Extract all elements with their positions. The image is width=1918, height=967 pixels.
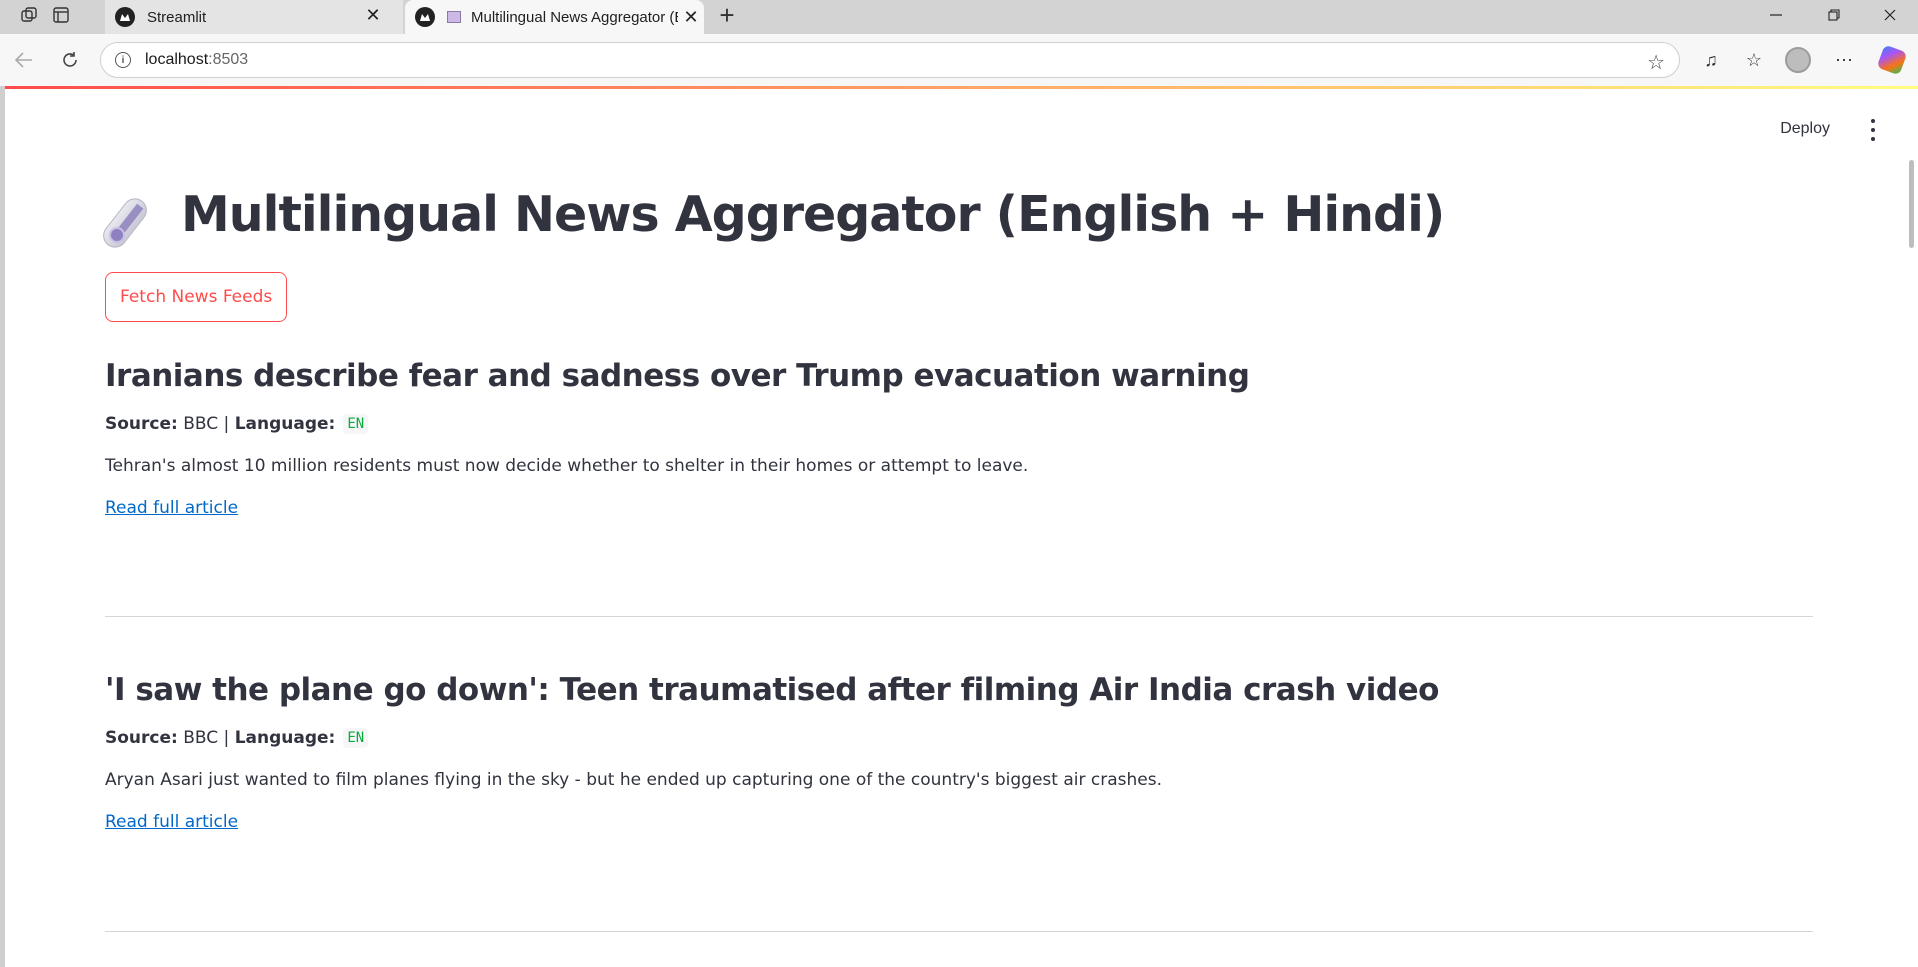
tab-strip: Streamlit Multilingual News Aggregator (…	[0, 0, 1918, 34]
site-info-icon[interactable]: i	[115, 52, 131, 68]
streamlit-favicon-icon	[415, 7, 435, 27]
browser-toolbar: i localhost:8503 ☆ ♫ ☆ ⋯	[0, 34, 1918, 86]
language-badge: EN	[343, 414, 369, 434]
url-text: localhost:8503	[145, 51, 249, 68]
close-window-icon[interactable]	[1862, 0, 1918, 30]
rolled-newspaper-icon	[98, 187, 161, 252]
read-full-article-link[interactable]: Read full article	[105, 812, 238, 832]
main-menu-icon[interactable]	[1868, 119, 1878, 141]
favorite-star-icon[interactable]: ☆	[1647, 50, 1665, 75]
minimize-icon[interactable]	[1748, 0, 1804, 30]
close-tab-icon[interactable]: ✕	[360, 0, 386, 30]
streamlit-favicon-icon	[115, 7, 135, 27]
tab-actions-icon[interactable]	[46, 2, 76, 28]
language-label: Language:	[234, 728, 336, 748]
language-label: Language:	[234, 414, 336, 434]
fetch-news-button[interactable]: Fetch News Feeds	[105, 272, 288, 322]
source-label: Source:	[105, 728, 178, 748]
close-tab-icon[interactable]: ✕	[678, 7, 704, 28]
source-value: BBC	[183, 728, 219, 748]
divider	[105, 931, 1813, 932]
copilot-icon[interactable]	[1876, 44, 1908, 76]
article-item: 'I saw the plane go down': Teen traumati…	[105, 672, 1813, 832]
deploy-button[interactable]: Deploy	[1772, 114, 1838, 144]
favorites-icon[interactable]: ☆	[1740, 46, 1768, 74]
read-full-article-link[interactable]: Read full article	[105, 498, 238, 518]
newspaper-favicon-icon	[447, 11, 461, 23]
browser-tab-news-aggregator[interactable]: Multilingual News Aggregator (English + …	[405, 0, 704, 34]
divider	[105, 616, 1813, 617]
more-options-icon[interactable]: ⋯	[1830, 46, 1858, 74]
new-tab-icon[interactable]: +	[712, 0, 742, 30]
source-label: Source:	[105, 414, 178, 434]
reload-icon[interactable]	[54, 44, 86, 76]
back-icon[interactable]	[8, 44, 40, 76]
language-badge: EN	[343, 728, 369, 748]
scrollbar[interactable]	[1909, 160, 1914, 248]
profile-avatar[interactable]	[1784, 46, 1812, 74]
article-meta: Source: BBC | Language: EN	[105, 414, 1813, 434]
article-headline: 'I saw the plane go down': Teen traumati…	[105, 672, 1439, 708]
media-controls-icon[interactable]: ♫	[1697, 46, 1725, 74]
browser-tab-streamlit[interactable]: Streamlit	[105, 0, 403, 34]
source-value: BBC	[183, 414, 219, 434]
address-bar[interactable]: i localhost:8503 ☆	[100, 42, 1680, 78]
header-decoration	[5, 86, 1918, 89]
page-viewport: Deploy Multilingual News Aggregator (Eng…	[5, 86, 1918, 967]
workspaces-icon[interactable]	[14, 2, 44, 28]
tab-label: Multilingual News Aggregator (English + …	[471, 8, 678, 26]
page-title: Multilingual News Aggregator (English + …	[98, 186, 1445, 252]
article-meta: Source: BBC | Language: EN	[105, 728, 1813, 748]
page-title-text: Multilingual News Aggregator (English + …	[181, 186, 1445, 243]
article-summary: Tehran's almost 10 million residents mus…	[105, 456, 1029, 476]
article-summary: Aryan Asari just wanted to film planes f…	[105, 770, 1162, 790]
restore-icon[interactable]	[1806, 0, 1862, 30]
article-item: Iranians describe fear and sadness over …	[105, 358, 1813, 518]
article-headline: Iranians describe fear and sadness over …	[105, 358, 1250, 394]
